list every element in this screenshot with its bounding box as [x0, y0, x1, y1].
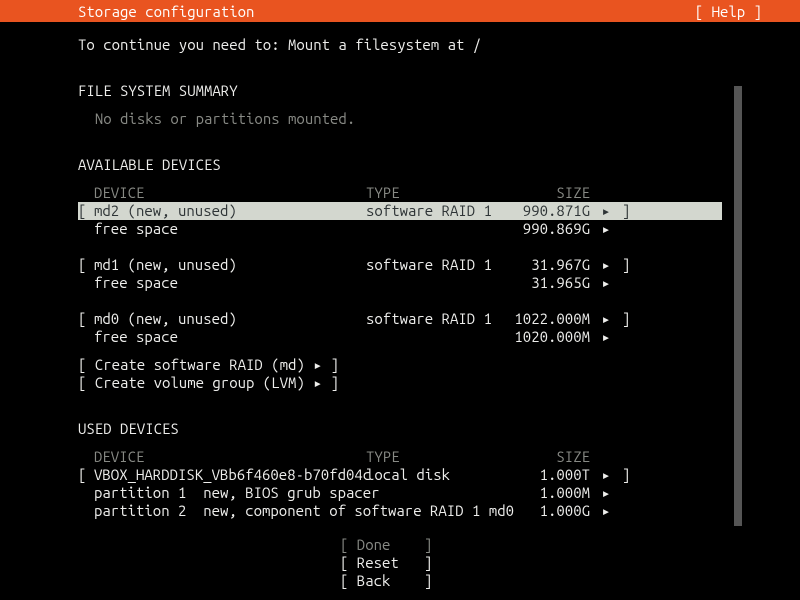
arrow-right-icon: ▸	[601, 310, 610, 327]
avail-column-headers: DEVICE TYPE SIZE	[78, 184, 722, 202]
used-devices-section: USED DEVICES DEVICE TYPE SIZE [ VBOX_HAR…	[78, 420, 722, 520]
device-row-md2[interactable]: [ md2 (new, unused) software RAID 1 990.…	[78, 202, 722, 220]
arrow-right-icon: ▸	[601, 328, 610, 345]
arrow-right-icon: ▸	[601, 220, 610, 237]
content-area: To continue you need to: Mount a filesys…	[0, 22, 800, 590]
used-column-headers: DEVICE TYPE SIZE	[78, 448, 722, 466]
arrow-right-icon: ▸	[601, 502, 610, 519]
arrow-right-icon: ▸	[601, 484, 610, 501]
col-size: SIZE	[510, 184, 590, 202]
arrow-right-icon: ▸	[601, 202, 610, 219]
device-row-md0[interactable]: [ md0 (new, unused) software RAID 1 1022…	[78, 310, 722, 328]
create-lvm-action[interactable]: [ Create volume group (LVM) ▸ ]	[78, 374, 722, 392]
free-space-row[interactable]: free space 31.965G ▸	[78, 274, 722, 292]
page-title: Storage configuration	[78, 3, 254, 20]
arrow-right-icon: ▸	[601, 466, 610, 483]
free-space-row[interactable]: free space 1020.000M ▸	[78, 328, 722, 346]
fss-heading: FILE SYSTEM SUMMARY	[78, 82, 722, 100]
header-bar: Storage configuration [ Help ]	[0, 0, 800, 22]
help-button[interactable]: [ Help ]	[695, 3, 800, 20]
fss-empty: No disks or partitions mounted.	[95, 110, 355, 127]
create-raid-action[interactable]: [ Create software RAID (md) ▸ ]	[78, 356, 722, 374]
back-button[interactable]: [ Back ]	[340, 572, 460, 590]
col-type: TYPE	[366, 448, 510, 466]
instruction-text: To continue you need to: Mount a filesys…	[78, 36, 722, 54]
col-size: SIZE	[510, 448, 590, 466]
done-button: [ Done ]	[340, 536, 460, 554]
arrow-right-icon: ▸	[601, 256, 610, 273]
used-heading: USED DEVICES	[78, 420, 722, 438]
available-devices-section: AVAILABLE DEVICES DEVICE TYPE SIZE [ md2…	[78, 156, 722, 392]
device-row-md1[interactable]: [ md1 (new, unused) software RAID 1 31.9…	[78, 256, 722, 274]
avail-actions: [ Create software RAID (md) ▸ ] [ Create…	[78, 356, 722, 392]
used-device-row[interactable]: [ VBOX_HARDDISK_VBb6f460e8-b70fd04c loca…	[78, 466, 722, 484]
file-system-summary-section: FILE SYSTEM SUMMARY No disks or partitio…	[78, 82, 722, 128]
scrollbar[interactable]	[734, 86, 742, 526]
partition-row[interactable]: partition 1 new, BIOS grub spacer 1.000M…	[78, 484, 722, 502]
reset-button[interactable]: [ Reset ]	[340, 554, 460, 572]
partition-row[interactable]: partition 2 new, component of software R…	[78, 502, 722, 520]
arrow-right-icon: ▸	[601, 274, 610, 291]
col-type: TYPE	[366, 184, 510, 202]
avail-heading: AVAILABLE DEVICES	[78, 156, 722, 174]
free-space-row[interactable]: free space 990.869G ▸	[78, 220, 722, 238]
col-device: DEVICE	[94, 184, 366, 202]
footer-buttons: [ Done ] [ Reset ] [ Back ]	[78, 536, 722, 590]
col-device: DEVICE	[94, 448, 366, 466]
